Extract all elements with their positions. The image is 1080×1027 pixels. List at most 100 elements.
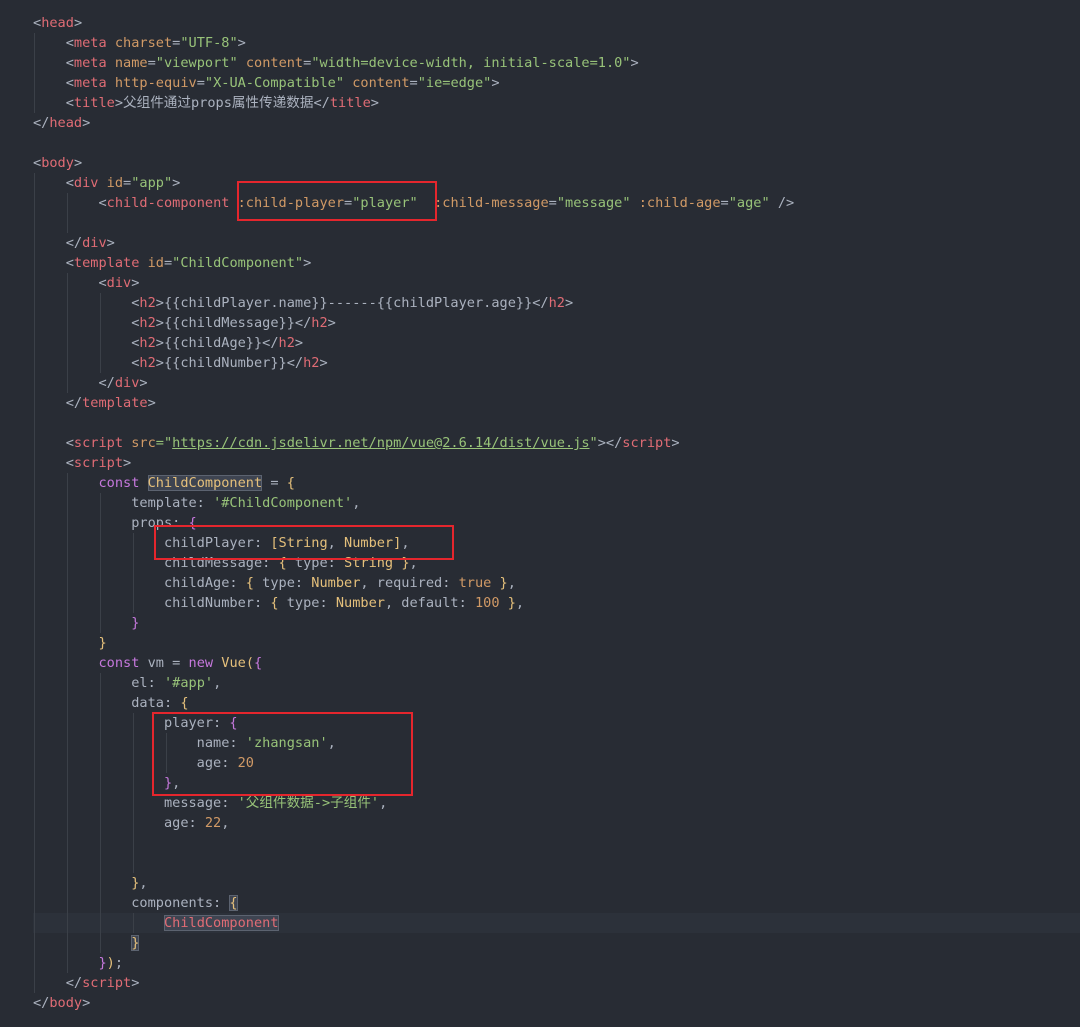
code-line[interactable]: </head> <box>33 113 90 133</box>
code-token: h2 <box>548 295 565 311</box>
code-token: > <box>147 395 156 411</box>
code-token: "app" <box>131 175 173 191</box>
code-token: < <box>33 435 74 451</box>
code-line[interactable]: <h2>{{childAge}}</h2> <box>33 333 303 353</box>
code-token: = <box>147 55 156 71</box>
code-line[interactable]: <template id="ChildComponent"> <box>33 253 312 273</box>
code-line[interactable]: <h2>{{childPlayer.name}}------{{childPla… <box>33 293 573 313</box>
code-token: https://cdn.jsdelivr.net/npm/vue@2.6.14/… <box>172 435 590 451</box>
code-line[interactable]: <meta http-equiv="X-UA-Compatible" conte… <box>33 73 500 93</box>
code-line[interactable]: childNumber: { type: Number, default: 10… <box>33 593 524 613</box>
code-token: h2 <box>303 355 320 371</box>
code-line[interactable]: <meta charset="UTF-8"> <box>33 33 246 53</box>
code-token: Number <box>311 575 361 591</box>
code-line[interactable]: <title>父组件通过props属性传递数据</title> <box>33 93 379 113</box>
code-token: = <box>123 175 132 191</box>
code-token: body <box>41 155 74 171</box>
code-token: true <box>458 575 492 591</box>
code-token: > <box>123 455 132 471</box>
code-line[interactable]: data: { <box>33 693 188 713</box>
code-line[interactable]: age: 22, <box>33 813 230 833</box>
code-token: ChildComponent <box>147 475 263 491</box>
code-line[interactable]: <div> <box>33 273 139 293</box>
code-token: :child-message <box>434 195 549 211</box>
code-line[interactable]: <h2>{{childMessage}}</h2> <box>33 313 336 333</box>
code-line[interactable]: <meta name="viewport" content="width=dev… <box>33 53 639 73</box>
code-token: > <box>630 55 639 71</box>
code-token: childAge: <box>33 575 246 591</box>
code-token: /> <box>769 195 795 211</box>
code-line[interactable]: el: '#app', <box>33 673 221 693</box>
code-line[interactable]: } <box>33 933 140 953</box>
code-token: } <box>98 635 107 651</box>
code-line[interactable]: </script> <box>33 973 140 993</box>
code-token: type: <box>253 575 312 591</box>
code-token: title <box>73 95 115 111</box>
code-token: id <box>106 175 124 191</box>
code-token: > <box>73 155 83 171</box>
code-token: template: <box>33 495 214 511</box>
code-token: , <box>139 875 148 891</box>
code-token: </ <box>33 395 83 411</box>
code-token: :child-age <box>638 195 721 211</box>
code-token: </ <box>33 375 115 391</box>
code-token: "X-UA-Compatible" <box>204 75 345 91</box>
code-token: </ <box>33 235 83 251</box>
code-token: >{{childPlayer.name}}------{{childPlayer… <box>155 295 549 311</box>
code-token: template <box>73 255 140 271</box>
code-line[interactable]: } <box>33 613 139 633</box>
code-line[interactable]: template: '#ChildComponent', <box>33 493 360 513</box>
code-token: ChildComponent <box>163 915 279 931</box>
code-line[interactable]: components: { <box>33 893 238 913</box>
code-token: 100 <box>474 595 500 611</box>
code-line[interactable]: childAge: { type: Number, required: true… <box>33 573 516 593</box>
code-line[interactable]: }); <box>33 953 123 973</box>
code-token: < <box>33 95 74 111</box>
code-line[interactable]: const vm = new Vue({ <box>33 653 262 673</box>
code-line[interactable]: message: '父组件数据->子组件', <box>33 793 387 813</box>
code-token: < <box>33 55 74 71</box>
code-token: '父组件数据->子组件' <box>237 795 380 811</box>
code-line[interactable]: <h2>{{childNumber}}</h2> <box>33 353 327 373</box>
code-token: template <box>82 395 148 411</box>
code-line[interactable]: <script> <box>33 453 131 473</box>
code-line[interactable]: </div> <box>33 373 147 393</box>
code-token: < <box>33 275 107 291</box>
code-line[interactable]: }, <box>33 873 148 893</box>
code-line[interactable]: const ChildComponent = { <box>33 473 295 493</box>
code-line[interactable]: </template> <box>33 393 156 413</box>
code-line[interactable]: <head> <box>33 13 82 33</box>
code-token: , required: <box>360 575 459 591</box>
code-token: "message" <box>556 195 631 211</box>
code-token: data: <box>33 695 181 711</box>
code-line[interactable]: <div id="app"> <box>33 173 181 193</box>
code-token: div <box>82 235 107 251</box>
code-token: < <box>33 315 140 331</box>
code-editor[interactable]: <head> <meta charset="UTF-8"> <meta name… <box>0 0 1080 1027</box>
code-line[interactable]: <script src="https://cdn.jsdelivr.net/np… <box>33 433 680 453</box>
code-token: h2 <box>278 335 295 351</box>
code-line[interactable]: <body> <box>33 153 82 173</box>
code-token: src <box>131 435 156 451</box>
code-token: , default: <box>384 595 475 611</box>
code-token: meta <box>73 35 107 51</box>
code-token: = <box>409 75 418 91</box>
code-token: content <box>352 75 410 91</box>
code-token: age: <box>33 815 205 831</box>
code-token: ) <box>106 955 115 971</box>
code-line[interactable]: </body> <box>33 993 90 1013</box>
code-line[interactable]: } <box>33 633 107 653</box>
code-line[interactable]: ChildComponent <box>33 913 279 933</box>
code-token: charset <box>114 35 173 51</box>
code-line[interactable]: </div> <box>33 233 115 253</box>
code-token: div <box>114 375 140 391</box>
